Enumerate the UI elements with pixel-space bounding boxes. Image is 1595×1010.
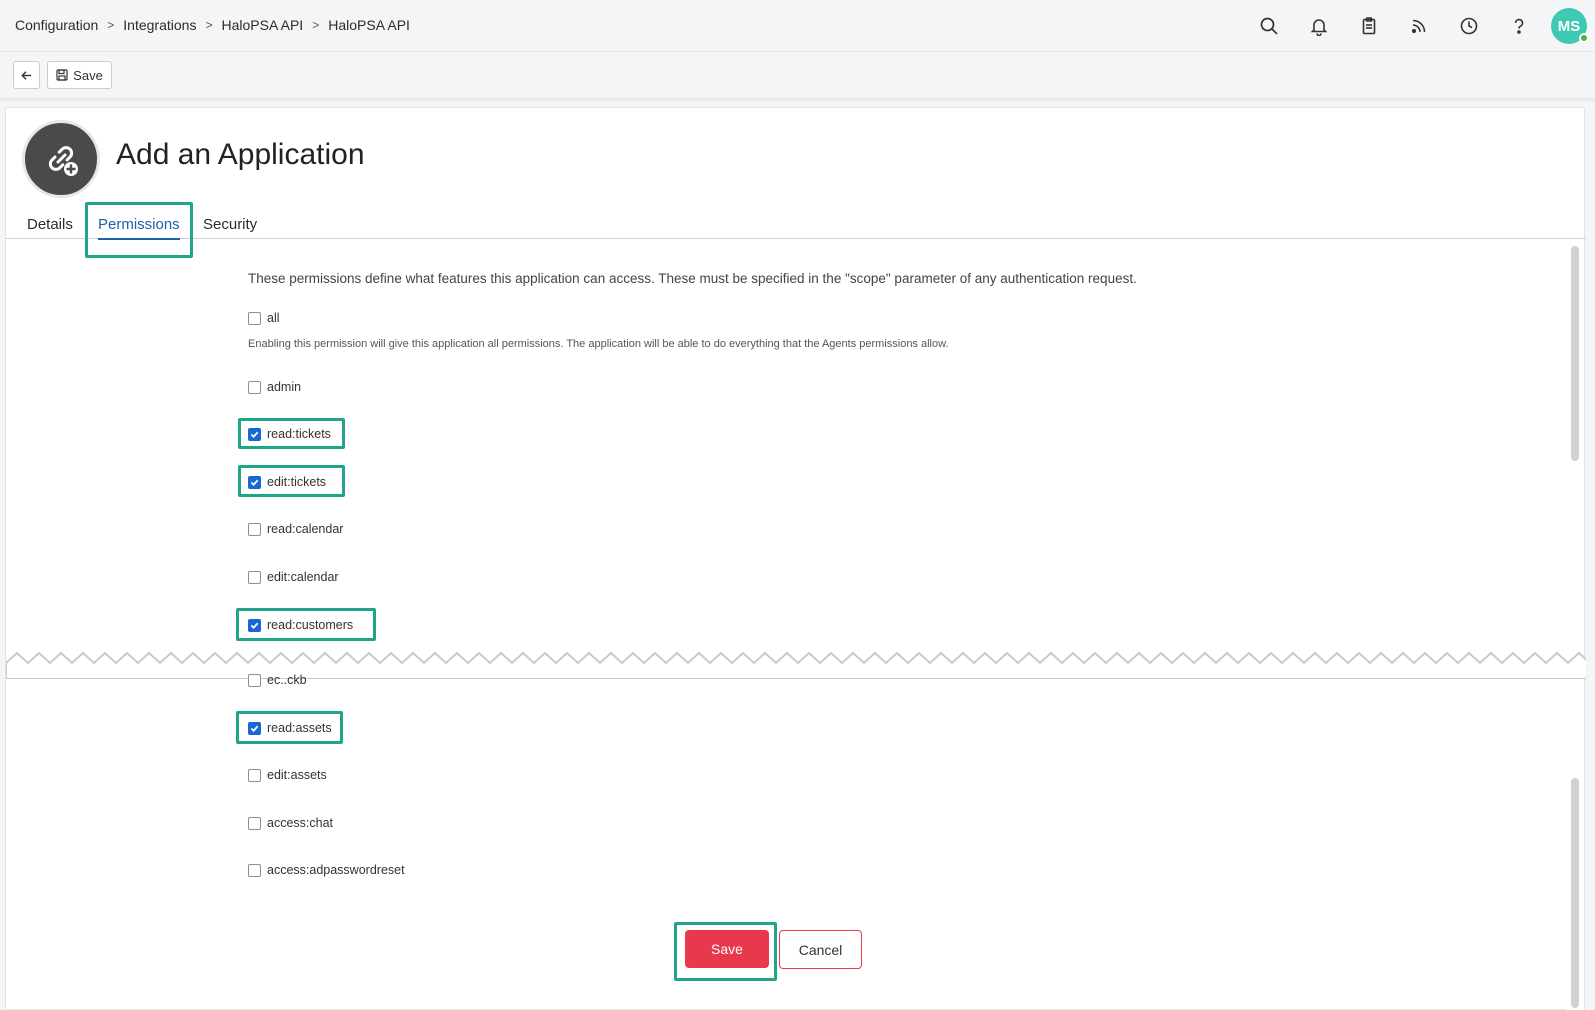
permission-label: edit:tickets — [267, 475, 327, 489]
scrollbar-thumb[interactable] — [1571, 778, 1579, 1008]
clock-icon[interactable] — [1451, 8, 1487, 44]
checkbox[interactable] — [248, 816, 261, 830]
link-plus-icon — [22, 120, 100, 198]
torn-edge-divider — [6, 651, 1586, 679]
permission-read-calendar[interactable]: read:calendar — [248, 522, 343, 536]
tab-details[interactable]: Details — [27, 216, 73, 233]
permission-read-tickets[interactable]: read:tickets — [248, 427, 331, 441]
toolbar-save-button[interactable]: Save — [47, 61, 112, 89]
breadcrumb-item[interactable]: HaloPSA API — [221, 17, 303, 33]
permission-all-note: Enabling this permission will give this … — [248, 338, 949, 350]
permission-label: read:assets — [267, 721, 332, 735]
avatar[interactable]: MS — [1551, 8, 1589, 44]
search-icon[interactable] — [1251, 8, 1287, 44]
breadcrumb: Configuration > Integrations > HaloPSA A… — [15, 17, 410, 33]
checkmark-icon — [250, 431, 259, 438]
breadcrumb-item[interactable]: Integrations — [123, 17, 196, 33]
permission-label: edit:assets — [267, 768, 327, 782]
breadcrumb-item[interactable]: Configuration — [15, 17, 98, 33]
main-panel: Add an Application Details Permissions S… — [5, 107, 1586, 1010]
tab-permissions[interactable]: Permissions — [98, 216, 180, 240]
permissions-intro: These permissions define what features t… — [248, 271, 1137, 286]
permission-label: access:chat — [267, 816, 334, 830]
checkbox-checked[interactable] — [248, 721, 261, 735]
checkbox[interactable] — [248, 522, 261, 536]
checkmark-icon — [250, 479, 259, 486]
tab-bar: Details Permissions Security — [6, 208, 1586, 240]
permission-access-chat[interactable]: access:chat — [248, 816, 333, 830]
avatar-initials: MS — [1557, 17, 1581, 35]
permission-edit-kb[interactable]: ec..ckb — [248, 673, 307, 687]
permission-read-customers[interactable]: read:customers — [248, 618, 353, 632]
tab-security[interactable]: Security — [203, 216, 257, 233]
arrow-left-icon — [21, 70, 32, 80]
back-button[interactable] — [13, 61, 40, 89]
breadcrumb-separator-icon: > — [312, 18, 320, 32]
permission-edit-tickets[interactable]: edit:tickets — [248, 475, 326, 489]
save-button[interactable]: Save — [685, 930, 769, 968]
breadcrumb-separator-icon: > — [205, 18, 213, 32]
checkbox-checked[interactable] — [248, 427, 261, 441]
permission-label: read:calendar — [267, 522, 344, 536]
top-bar: Configuration > Integrations > HaloPSA A… — [0, 0, 1595, 52]
clipboard-icon[interactable] — [1351, 8, 1387, 44]
checkbox-checked[interactable] — [248, 618, 261, 632]
checkmark-icon — [250, 622, 259, 629]
permission-read-assets[interactable]: read:assets — [248, 721, 332, 735]
permission-label: read:customers — [267, 618, 354, 632]
checkbox[interactable] — [248, 570, 261, 584]
permission-all[interactable]: all — [248, 311, 280, 325]
online-status-dot — [1579, 33, 1589, 43]
permission-edit-assets[interactable]: edit:assets — [248, 768, 327, 782]
permission-label: read:tickets — [267, 427, 331, 441]
scrollbar-thumb[interactable] — [1571, 246, 1579, 461]
floppy-disk-icon — [56, 69, 68, 81]
rss-icon[interactable] — [1401, 8, 1437, 44]
permission-edit-calendar[interactable]: edit:calendar — [248, 570, 339, 584]
toolbar: Save — [0, 52, 1595, 98]
checkbox[interactable] — [248, 768, 261, 782]
bell-icon[interactable] — [1301, 8, 1337, 44]
page-title: Add an Application — [116, 138, 365, 171]
checkbox[interactable] — [248, 311, 261, 325]
checkbox[interactable] — [248, 380, 261, 394]
breadcrumb-item-current: HaloPSA API — [328, 17, 410, 33]
checkmark-icon — [250, 725, 259, 732]
permission-label: all — [267, 311, 280, 325]
permission-label: ec..ckb — [267, 673, 307, 687]
permission-admin[interactable]: admin — [248, 380, 301, 394]
cancel-button[interactable]: Cancel — [779, 930, 862, 969]
breadcrumb-separator-icon: > — [107, 18, 115, 32]
help-icon[interactable] — [1501, 8, 1537, 44]
permission-label: edit:calendar — [267, 570, 339, 584]
checkbox[interactable] — [248, 863, 261, 877]
checkbox-checked[interactable] — [248, 475, 261, 489]
checkbox[interactable] — [248, 673, 261, 687]
permission-label: access:adpasswordreset — [267, 863, 405, 877]
permission-access-adpasswordreset[interactable]: access:adpasswordreset — [248, 863, 405, 877]
top-icons: MS — [1237, 8, 1595, 44]
toolbar-save-label: Save — [73, 67, 103, 83]
permission-label: admin — [267, 380, 302, 394]
